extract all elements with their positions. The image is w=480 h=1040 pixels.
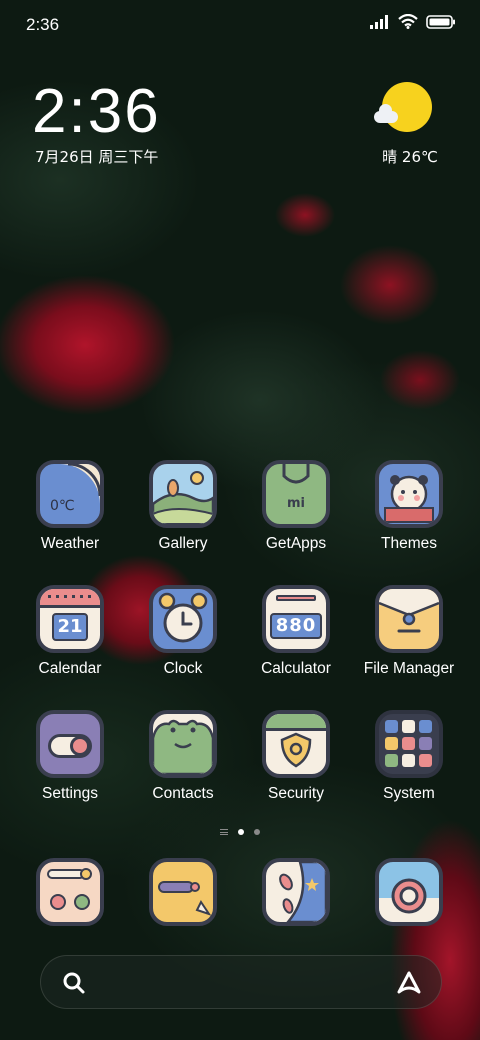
app-label: Settings xyxy=(41,785,98,802)
app-label: Weather xyxy=(40,535,100,552)
system-folder-icon xyxy=(375,710,443,778)
camera-icon xyxy=(375,858,443,926)
weather-icon-temp: 0℃ xyxy=(50,498,75,514)
app-system-folder[interactable]: System xyxy=(354,710,464,803)
status-icons xyxy=(370,14,456,29)
security-icon xyxy=(262,710,330,778)
app-settings[interactable]: Settings xyxy=(15,710,125,803)
messages-icon xyxy=(149,858,217,926)
app-security[interactable]: Security xyxy=(241,710,351,803)
app-themes[interactable]: Themes xyxy=(354,460,464,553)
page-dot[interactable] xyxy=(254,829,260,835)
page-dot-active[interactable] xyxy=(238,829,244,835)
app-label: File Manager xyxy=(363,660,455,677)
getapps-icon: mi xyxy=(262,460,330,528)
app-label: Contacts xyxy=(152,785,214,802)
app-label: Gallery xyxy=(158,535,208,552)
app-file-manager[interactable]: File Manager xyxy=(354,585,464,678)
battery-icon xyxy=(426,14,455,29)
file-manager-icon xyxy=(375,585,443,653)
menu-lines-icon xyxy=(220,829,228,835)
settings-icon xyxy=(36,710,104,778)
getapps-logo: mi xyxy=(286,496,305,511)
page-indicator[interactable] xyxy=(0,829,480,835)
app-clock[interactable]: Clock xyxy=(128,585,238,678)
status-time: 2:36 xyxy=(26,15,60,34)
app-gallery[interactable]: Gallery xyxy=(128,460,238,553)
dock-phone[interactable] xyxy=(15,858,125,926)
weather-widget-text: 晴 26℃ xyxy=(382,148,438,166)
cloud-icon xyxy=(374,104,398,123)
wifi-icon xyxy=(398,14,418,29)
app-label: Security xyxy=(268,785,324,802)
app-contacts[interactable]: Contacts xyxy=(128,710,238,803)
app-label: System xyxy=(383,785,435,802)
app-label: Calendar xyxy=(38,660,102,677)
calculator-icon-display: 880 xyxy=(270,613,322,639)
clock-icon xyxy=(149,585,217,653)
clock-widget-date: 7月26日 周三下午 xyxy=(35,148,159,166)
dock-camera[interactable] xyxy=(354,858,464,926)
dock-messages[interactable] xyxy=(128,858,238,926)
app-label: Calculator xyxy=(261,660,331,677)
contacts-icon xyxy=(149,710,217,778)
app-label: Themes xyxy=(381,535,437,552)
clock-widget-time[interactable]: 2:36 xyxy=(32,76,161,147)
app-label: GetApps xyxy=(265,535,327,552)
assistant-icon[interactable] xyxy=(395,970,423,996)
app-label: Clock xyxy=(163,660,203,677)
app-calculator[interactable]: 880 Calculator xyxy=(241,585,351,678)
status-bar: 2:36 xyxy=(0,0,480,50)
gallery-icon xyxy=(149,460,217,528)
browser-icon xyxy=(262,858,330,926)
search-bar[interactable] xyxy=(40,955,442,1009)
weather-icon: 0℃ xyxy=(36,460,104,528)
search-icon[interactable] xyxy=(61,970,87,996)
app-weather[interactable]: 0℃ Weather xyxy=(15,460,125,553)
dock-browser[interactable] xyxy=(241,858,351,926)
calendar-icon-date: 21 xyxy=(52,613,88,641)
calculator-icon: 880 xyxy=(262,585,330,653)
themes-icon xyxy=(375,460,443,528)
calendar-icon: 21 xyxy=(36,585,104,653)
app-getapps[interactable]: mi GetApps xyxy=(241,460,351,553)
app-calendar[interactable]: 21 Calendar xyxy=(15,585,125,678)
signal-icon xyxy=(370,14,388,29)
phone-dialer-icon xyxy=(36,858,104,926)
